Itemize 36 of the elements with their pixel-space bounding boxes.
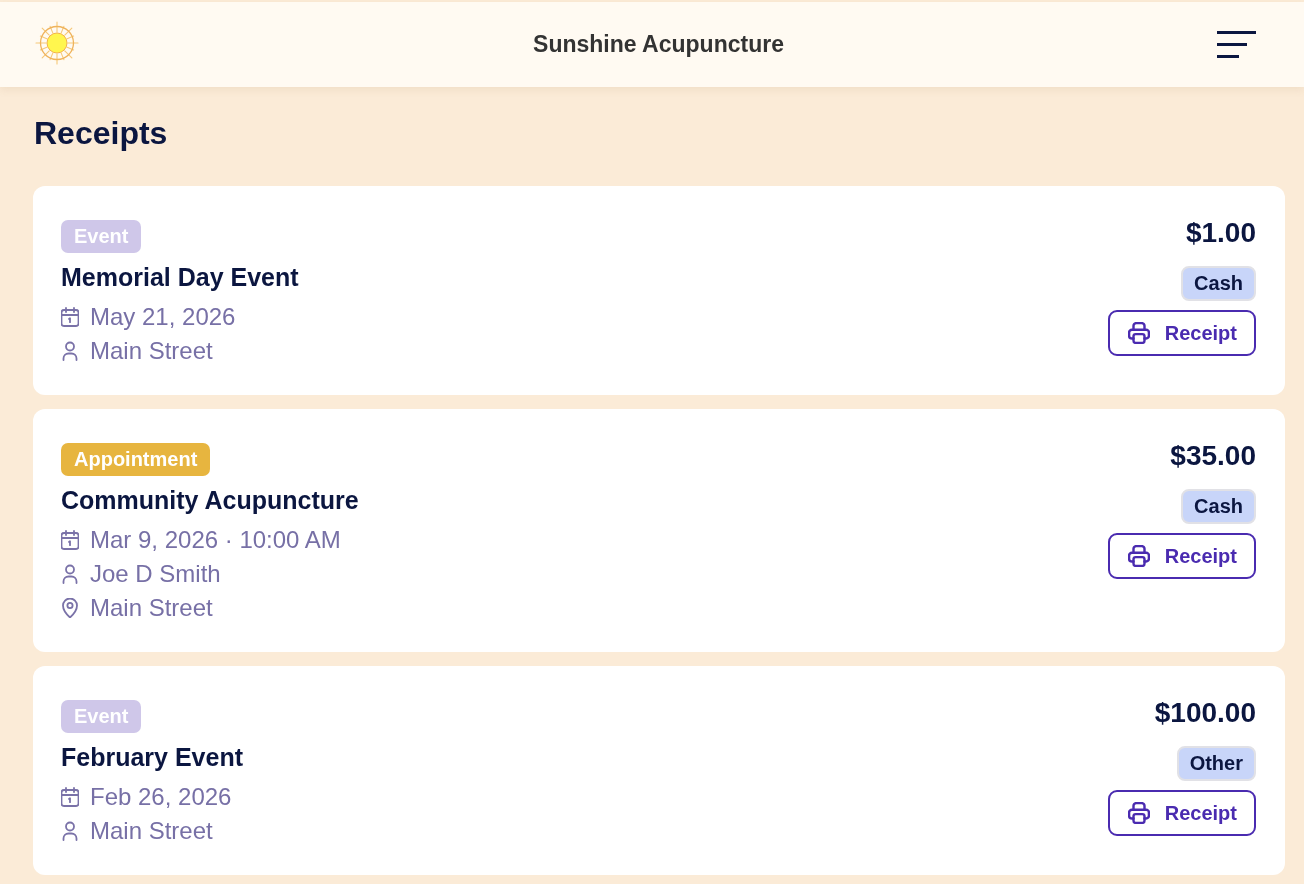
payment-method-tag: Cash bbox=[1181, 266, 1256, 301]
location-pin-icon bbox=[61, 598, 79, 618]
person-icon bbox=[61, 564, 79, 584]
menu-icon[interactable] bbox=[1217, 31, 1256, 58]
event-date: Mar 9, 2026 · 10:00 AM bbox=[90, 525, 341, 555]
receipt-title: Memorial Day Event bbox=[61, 262, 299, 293]
amount-text: $1.00 bbox=[1185, 216, 1256, 250]
receipt-button[interactable]: Receipt bbox=[1107, 310, 1256, 356]
payment-method-tag: Cash bbox=[1181, 489, 1256, 524]
printer-icon bbox=[1127, 802, 1150, 824]
calendar-icon bbox=[61, 530, 79, 550]
client-name: Main Street bbox=[90, 336, 213, 366]
category-tag: Event bbox=[61, 700, 142, 733]
sun-icon bbox=[35, 20, 79, 65]
person-icon bbox=[61, 821, 79, 841]
app-title: Sunshine Acupuncture bbox=[533, 31, 784, 58]
page-title: Receipts bbox=[34, 114, 169, 153]
category-tag: Appointment bbox=[61, 443, 211, 476]
client-name: Main Street bbox=[90, 816, 213, 846]
event-date: Feb 26, 2026 bbox=[90, 782, 232, 812]
calendar-icon bbox=[61, 307, 79, 327]
event-date: May 21, 2026 bbox=[90, 302, 236, 332]
receipt-button[interactable]: Receipt bbox=[1107, 533, 1256, 579]
category-tag: Event bbox=[61, 220, 142, 253]
calendar-icon bbox=[61, 787, 79, 807]
receipt-title: Community Acupuncture bbox=[61, 485, 359, 516]
printer-icon bbox=[1127, 545, 1150, 567]
person-icon bbox=[61, 341, 79, 361]
receipt-title: February Event bbox=[61, 742, 243, 773]
receipt-button[interactable]: Receipt bbox=[1107, 790, 1256, 836]
location-text: Main Street bbox=[90, 593, 213, 623]
client-name: Joe D Smith bbox=[90, 559, 221, 589]
amount-text: $100.00 bbox=[1154, 696, 1256, 730]
amount-text: $35.00 bbox=[1170, 439, 1256, 473]
printer-icon bbox=[1127, 322, 1150, 344]
payment-method-tag: Other bbox=[1176, 746, 1256, 781]
